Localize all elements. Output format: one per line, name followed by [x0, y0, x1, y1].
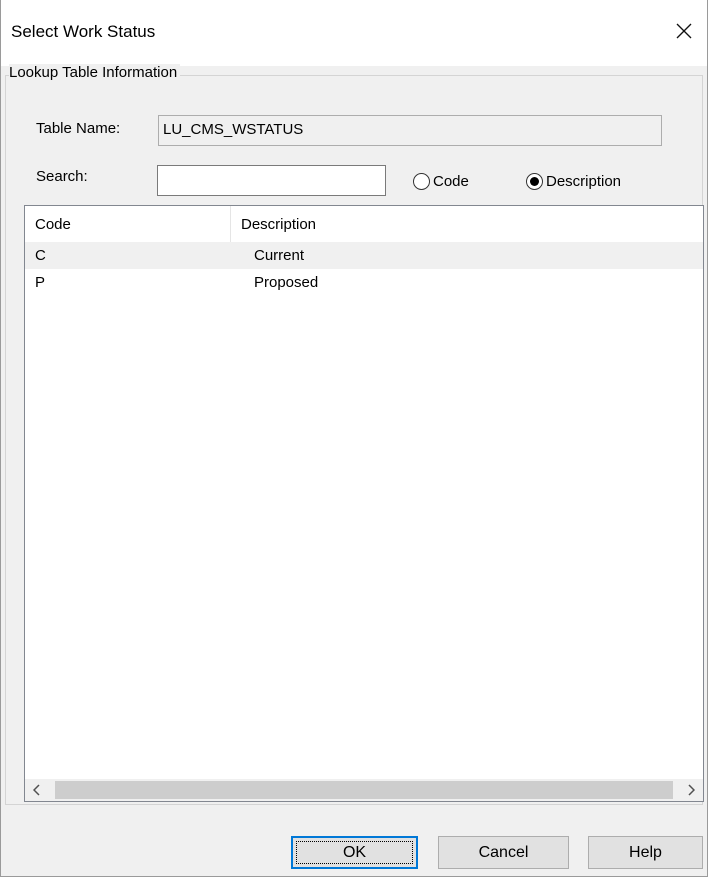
- cell-code: C: [35, 247, 46, 264]
- list-row[interactable]: C Current: [25, 242, 703, 269]
- radio-code[interactable]: Code: [413, 173, 469, 190]
- close-icon: [676, 23, 692, 39]
- window-title: Select Work Status: [11, 22, 156, 41]
- column-header-code[interactable]: Code: [25, 206, 230, 242]
- focus-rectangle: [296, 841, 413, 864]
- horizontal-scrollbar[interactable]: [25, 779, 703, 801]
- cell-description: Proposed: [254, 274, 319, 291]
- help-button-label: Help: [629, 843, 662, 861]
- chevron-left-icon: [33, 784, 40, 796]
- search-label: Search:: [36, 168, 88, 185]
- cancel-button-label: Cancel: [478, 843, 529, 861]
- radio-circle: [526, 173, 543, 190]
- table-name-label: Table Name:: [36, 120, 121, 137]
- radio-description-label: Description: [546, 173, 622, 190]
- help-button[interactable]: Help: [588, 836, 703, 869]
- ok-button[interactable]: OK: [291, 836, 418, 869]
- dialog-window: Select Work Status Lookup Table Informat…: [0, 0, 708, 877]
- list-header: Code Description: [25, 206, 703, 242]
- title-bar: Select Work Status: [1, 0, 707, 66]
- radio-dot: [530, 177, 539, 186]
- column-header-description[interactable]: Description: [230, 206, 703, 242]
- chevron-right-icon: [688, 784, 695, 796]
- radio-circle: [413, 173, 430, 190]
- list-row[interactable]: P Proposed: [25, 269, 703, 296]
- radio-code-label: Code: [433, 173, 469, 190]
- groupbox-legend: Lookup Table Information: [9, 64, 181, 81]
- scrollbar-thumb[interactable]: [55, 781, 673, 799]
- cell-code: P: [35, 274, 46, 291]
- radio-description[interactable]: Description: [526, 173, 621, 190]
- close-button[interactable]: [661, 8, 707, 54]
- scroll-left-button[interactable]: [25, 779, 49, 801]
- lookup-list[interactable]: Code Description C Current P Proposed: [24, 205, 704, 802]
- search-input[interactable]: [157, 165, 386, 196]
- cell-description: Current: [254, 247, 305, 264]
- table-name-field: LU_CMS_WSTATUS: [158, 115, 662, 146]
- cancel-button[interactable]: Cancel: [438, 836, 569, 869]
- scroll-right-button[interactable]: [679, 779, 703, 801]
